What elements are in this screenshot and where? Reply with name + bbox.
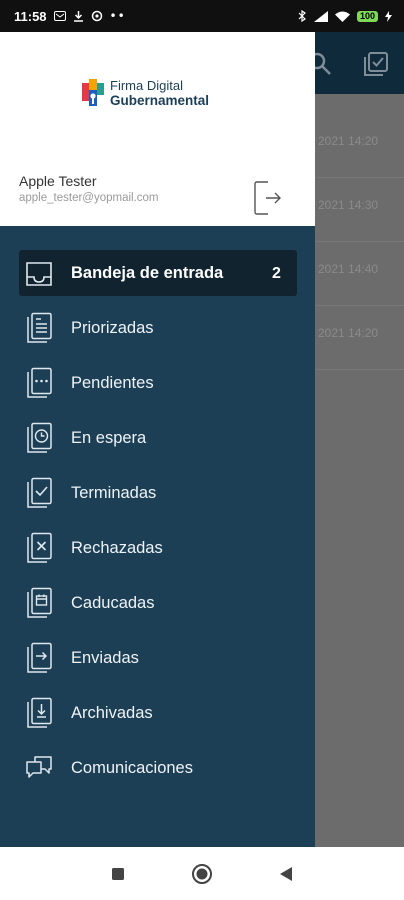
signal-icon <box>313 10 328 22</box>
list-item-timestamp: 2021 14:30 <box>318 198 379 212</box>
pending-icon <box>27 367 52 398</box>
wifi-icon <box>334 11 350 22</box>
menu-item-label: Caducadas <box>71 594 155 612</box>
list-item-timestamp: 2021 14:20 <box>318 326 379 340</box>
triangle-back-icon <box>280 866 292 881</box>
user-name: Apple Tester <box>19 173 97 189</box>
chat-icon <box>26 755 52 778</box>
status-bar: 11:58 •• 100 <box>0 0 404 32</box>
menu-item-priorizadas[interactable]: Priorizadas <box>0 301 315 356</box>
list-item[interactable]: 2021 14:30 <box>300 182 404 242</box>
menu-item-bandeja-de-entrada[interactable]: Bandeja de entrada 2 <box>0 246 315 301</box>
menu-item-pendientes[interactable]: Pendientes <box>0 356 315 411</box>
menu-item-rechazadas[interactable]: Rechazadas <box>0 521 315 576</box>
list-item-timestamp: 2021 14:20 <box>318 134 379 148</box>
archive-icon <box>27 697 52 728</box>
bluetooth-icon <box>298 10 306 22</box>
inbox-icon <box>26 261 52 286</box>
square-icon <box>112 867 124 880</box>
battery-icon: 100 <box>356 10 378 22</box>
menu-item-label: Priorizadas <box>71 319 154 337</box>
priority-icon <box>27 312 52 343</box>
charging-icon <box>385 10 392 22</box>
drawer-header: Firma Digital Gubernamental Apple Tester… <box>0 32 315 226</box>
logout-icon[interactable] <box>254 181 284 215</box>
menu-item-archivadas[interactable]: Archivadas <box>0 686 315 741</box>
menu-item-label: Comunicaciones <box>71 759 193 777</box>
reject-icon <box>27 532 52 563</box>
message-icon <box>53 10 66 21</box>
multi-select-icon[interactable] <box>362 50 390 78</box>
menu-item-en-espera[interactable]: En espera <box>0 411 315 466</box>
logo-icon <box>82 79 104 106</box>
drawer-menu: Bandeja de entrada 2 Priorizadas Pendien… <box>0 246 315 796</box>
user-email: apple_tester@yopmail.com <box>19 192 159 204</box>
inbox-count-badge: 2 <box>272 264 281 282</box>
menu-item-label: Enviadas <box>71 649 139 667</box>
calendar-icon <box>27 587 52 618</box>
recents-button[interactable] <box>106 862 130 886</box>
back-button[interactable] <box>274 862 298 886</box>
download-icon <box>73 10 83 22</box>
circle-icon <box>192 863 212 884</box>
menu-item-label: Pendientes <box>71 374 154 392</box>
list-item[interactable]: 2021 14:20 <box>300 118 404 178</box>
check-icon <box>27 477 52 508</box>
menu-item-label: Rechazadas <box>71 539 163 557</box>
app-logo: Firma Digital Gubernamental <box>82 79 209 109</box>
menu-item-label: Bandeja de entrada <box>71 264 224 282</box>
logo-text-bottom: Gubernamental <box>110 92 210 108</box>
list-item[interactable]: 2021 14:20 <box>300 310 404 370</box>
menu-item-label: Terminadas <box>71 484 157 502</box>
home-button[interactable] <box>190 862 214 886</box>
clock-icon <box>27 422 52 453</box>
menu-item-enviadas[interactable]: Enviadas <box>0 631 315 686</box>
menu-item-terminadas[interactable]: Terminadas <box>0 466 315 521</box>
logo-text-top: Firma Digital <box>110 78 183 94</box>
navigation-drawer: Firma Digital Gubernamental Apple Tester… <box>0 32 315 847</box>
menu-item-label: En espera <box>71 429 147 447</box>
send-icon <box>27 642 52 673</box>
system-nav-bar <box>0 847 404 900</box>
menu-item-label: Archivadas <box>71 704 153 722</box>
list-item[interactable]: 2021 14:40 <box>300 246 404 306</box>
more-dots-icon: •• <box>109 9 126 23</box>
sync-icon <box>91 10 102 22</box>
list-item-timestamp: 2021 14:40 <box>318 262 379 276</box>
status-time: 11:58 <box>14 8 47 24</box>
menu-item-comunicaciones[interactable]: Comunicaciones <box>0 741 315 796</box>
menu-item-caducadas[interactable]: Caducadas <box>0 576 315 631</box>
